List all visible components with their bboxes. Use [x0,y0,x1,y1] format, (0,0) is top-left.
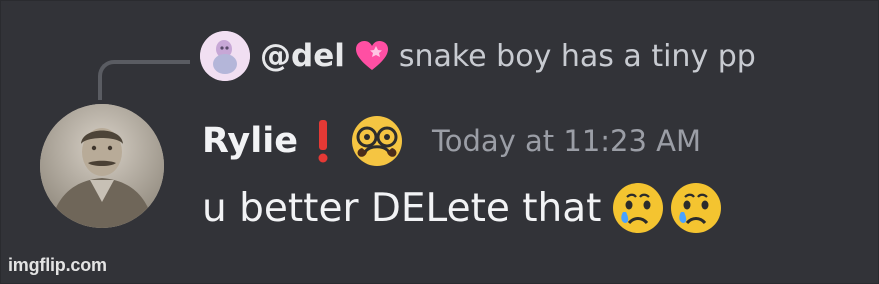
username[interactable]: Rylie [202,121,298,161]
user-avatar[interactable] [40,104,164,228]
imgflip-watermark: imgflip.com [8,255,107,275]
message-timestamp[interactable]: Today at 11:23 AM [432,124,701,158]
reply-spine [98,60,190,100]
message-text[interactable]: u better DELete that [202,186,601,231]
red-exclamation-icon [318,120,328,163]
message-header: Rylie Today at 11:23 AM [202,112,701,170]
pink-heart-icon [355,41,388,70]
message-body: u better DELete that [202,176,725,240]
crying-face-emoji-icon [671,183,722,233]
reply-preview[interactable]: @del snake boy has a tiny pp [200,28,756,84]
crying-face-emoji-icon [613,183,664,233]
disguised-face-emoji-icon [351,116,402,166]
reply-text[interactable]: snake boy has a tiny pp [399,39,756,74]
reply-username[interactable]: @del [260,38,345,74]
reply-avatar[interactable] [200,31,250,81]
